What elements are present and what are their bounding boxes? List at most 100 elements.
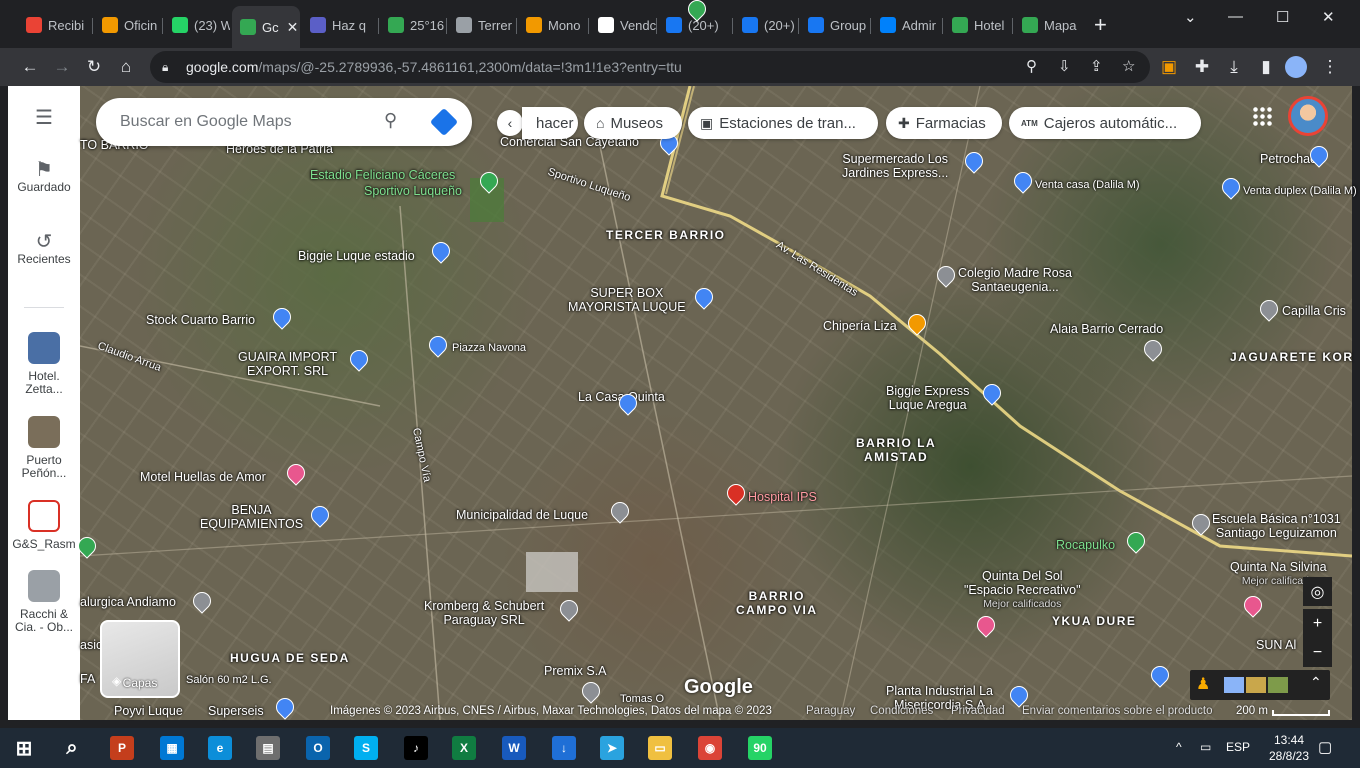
scale-bar[interactable] bbox=[1272, 710, 1330, 716]
close-window-button[interactable]: ✕ bbox=[1322, 8, 1335, 26]
calculator-icon[interactable]: ▤ bbox=[256, 736, 280, 760]
browser-tab[interactable]: Mapa bbox=[1014, 10, 1080, 40]
install-icon[interactable]: ⇩ bbox=[1058, 57, 1071, 75]
side-panel-icon[interactable]: ▮ bbox=[1253, 54, 1279, 80]
browser-tab[interactable]: Vendc bbox=[590, 10, 656, 40]
pegman-icon[interactable]: ♟ bbox=[1196, 674, 1210, 694]
new-tab-button[interactable]: + bbox=[1094, 12, 1107, 38]
browser-tab[interactable]: Hotel bbox=[944, 10, 1012, 40]
map-label[interactable]: Venta casa (Dalila M) bbox=[1035, 178, 1140, 192]
browser-tab[interactable]: Recibi bbox=[18, 10, 92, 40]
recents-button[interactable]: ↺ Recientes bbox=[8, 232, 80, 266]
map-label[interactable]: Chipería Liza bbox=[823, 319, 897, 333]
map-label[interactable]: Venta duplex (Dalila M) bbox=[1243, 184, 1357, 198]
browser-tab[interactable]: Terrer bbox=[448, 10, 516, 40]
footer-link-terms[interactable]: Condiciones bbox=[870, 705, 933, 717]
location-icon[interactable]: ⚲ bbox=[1026, 57, 1037, 75]
google-apps-icon[interactable] bbox=[1252, 106, 1272, 126]
map-label[interactable]: Salón 60 m2 L.G. bbox=[186, 673, 272, 687]
forward-icon[interactable]: → bbox=[49, 54, 75, 80]
recent-place-hotel-zetta[interactable]: Hotel. Zetta... bbox=[8, 332, 80, 396]
scale-label[interactable]: 200 m bbox=[1236, 705, 1268, 717]
browser-tab[interactable]: 25°16 bbox=[380, 10, 446, 40]
chip-things-to-do[interactable]: hacer bbox=[522, 107, 578, 139]
menu-hamburger[interactable]: ☰ bbox=[8, 108, 80, 129]
profile-avatar[interactable] bbox=[1285, 56, 1307, 78]
layers-button[interactable]: ◈ Capas bbox=[100, 620, 180, 698]
map-label[interactable]: Biggie Luque estadio bbox=[298, 249, 415, 263]
map-label[interactable]: SUN Al bbox=[1256, 638, 1296, 652]
network-icon[interactable]: ▭ bbox=[1200, 740, 1211, 754]
zoom-in-button[interactable]: + bbox=[1303, 609, 1332, 638]
tray-overflow-icon[interactable]: ^ bbox=[1176, 740, 1182, 754]
imagery-thumb[interactable] bbox=[1224, 677, 1244, 693]
map-label[interactable]: GUAIRA IMPORT EXPORT. SRL bbox=[238, 350, 337, 378]
minimize-button[interactable]: — bbox=[1228, 8, 1243, 25]
hamburger-icon[interactable]: ☰ bbox=[8, 108, 80, 128]
store-icon[interactable]: ▦ bbox=[160, 736, 184, 760]
language-indicator[interactable]: ESP bbox=[1226, 740, 1250, 754]
recent-place-puerto-penon[interactable]: Puerto Peñón... bbox=[8, 416, 80, 480]
browser-tab[interactable]: Gc ✕ bbox=[232, 6, 300, 48]
downloads-icon[interactable]: ↓ bbox=[552, 736, 576, 760]
bookmark-star-icon[interactable]: ☆ bbox=[1122, 57, 1135, 75]
map-label[interactable]: Kromberg & Schubert Paraguay SRL bbox=[424, 599, 544, 627]
map-label[interactable]: asic bbox=[80, 638, 102, 652]
expand-icon[interactable]: ⌃ bbox=[1310, 674, 1322, 691]
lock-icon[interactable]: 🔒︎ bbox=[162, 60, 176, 75]
chips-scroll-left-icon[interactable]: ‹ bbox=[497, 110, 523, 136]
clock[interactable]: 13:44 28/8/23 bbox=[1264, 732, 1314, 764]
map-label[interactable]: Quinta Del Sol "Espacio Recreativo" Mejor … bbox=[964, 569, 1081, 611]
skype-icon[interactable]: S bbox=[354, 736, 378, 760]
back-icon[interactable]: ← bbox=[17, 54, 43, 80]
reload-icon[interactable]: ↻ bbox=[81, 54, 107, 80]
search-icon[interactable]: ⌕ bbox=[60, 736, 84, 760]
map-label[interactable]: Premix S.A bbox=[544, 664, 607, 678]
maps-search-input[interactable] bbox=[120, 113, 370, 131]
satellite-map[interactable] bbox=[80, 86, 1352, 720]
map-label[interactable]: Stock Cuarto Barrio bbox=[146, 313, 255, 327]
browser-tab[interactable]: Mono bbox=[518, 10, 588, 40]
recent-place-racchi[interactable]: Racchi & Cia. - Ob... bbox=[8, 570, 80, 634]
browser-tab[interactable]: Admir bbox=[872, 10, 942, 40]
map-label[interactable]: FA bbox=[80, 672, 95, 686]
chrome-icon[interactable]: ◉ bbox=[698, 736, 722, 760]
download-icon[interactable]: ⤓ bbox=[1221, 54, 1247, 80]
map-label[interactable]: Capilla Cris bbox=[1282, 304, 1346, 318]
whatsapp-icon[interactable]: 90 bbox=[748, 736, 772, 760]
footer-link-feedback[interactable]: Enviar comentarios sobre el producto bbox=[1022, 705, 1213, 717]
account-avatar[interactable] bbox=[1288, 96, 1328, 136]
recent-place-gs-rasm[interactable]: G&S_Rasm bbox=[8, 500, 80, 551]
extension-icon[interactable]: ▣ bbox=[1156, 54, 1182, 80]
map-label[interactable]: BENJA EQUIPAMIENTOS bbox=[200, 503, 303, 531]
browser-tab[interactable]: Oficin bbox=[94, 10, 162, 40]
imagery-thumb[interactable] bbox=[1246, 677, 1266, 693]
map-label[interactable]: Rocapulko bbox=[1056, 538, 1115, 552]
explorer-icon[interactable]: ▭ bbox=[648, 736, 672, 760]
chip-atms[interactable]: ATM Cajeros automátic... bbox=[1009, 107, 1201, 139]
zoom-out-button[interactable]: − bbox=[1303, 638, 1332, 667]
map-label[interactable]: Escuela Básica n°1031 Santiago Leguizamon bbox=[1212, 512, 1341, 540]
map-label[interactable]: Colegio Madre Rosa Santaeugenia... bbox=[958, 266, 1072, 294]
map-label[interactable]: Piazza Navona bbox=[452, 341, 526, 355]
chip-transit[interactable]: ▣ Estaciones de tran... bbox=[688, 107, 878, 139]
excel-icon[interactable]: X bbox=[452, 736, 476, 760]
search-icon[interactable]: ⚲ bbox=[384, 110, 397, 131]
maximize-button[interactable]: ☐ bbox=[1276, 8, 1289, 26]
tiktok-icon[interactable]: ♪ bbox=[404, 736, 428, 760]
map-label[interactable]: Hospital IPS bbox=[748, 490, 817, 504]
notifications-icon[interactable]: ▢ bbox=[1318, 738, 1332, 756]
browser-tab[interactable]: Haz q bbox=[302, 10, 378, 40]
word-icon[interactable]: W bbox=[502, 736, 526, 760]
map-label[interactable]: Biggie Express Luque Aregua bbox=[886, 384, 969, 412]
menu-icon[interactable]: ⋮ bbox=[1317, 54, 1343, 80]
outlook-icon[interactable]: O bbox=[306, 736, 330, 760]
puzzle-icon[interactable]: ✚ bbox=[1189, 54, 1215, 80]
map-label[interactable]: Motel Huellas de Amor bbox=[140, 470, 266, 484]
map-label[interactable]: Alaia Barrio Cerrado bbox=[1050, 322, 1163, 336]
telegram-icon[interactable]: ➤ bbox=[600, 736, 624, 760]
powerpoint-icon[interactable]: P bbox=[110, 736, 134, 760]
map-label[interactable]: Sportivo Luqueño bbox=[364, 184, 462, 198]
map-label[interactable]: SUPER BOX MAYORISTA LUQUE bbox=[568, 286, 686, 314]
footer-link-privacy[interactable]: Privacidad bbox=[951, 705, 1005, 717]
